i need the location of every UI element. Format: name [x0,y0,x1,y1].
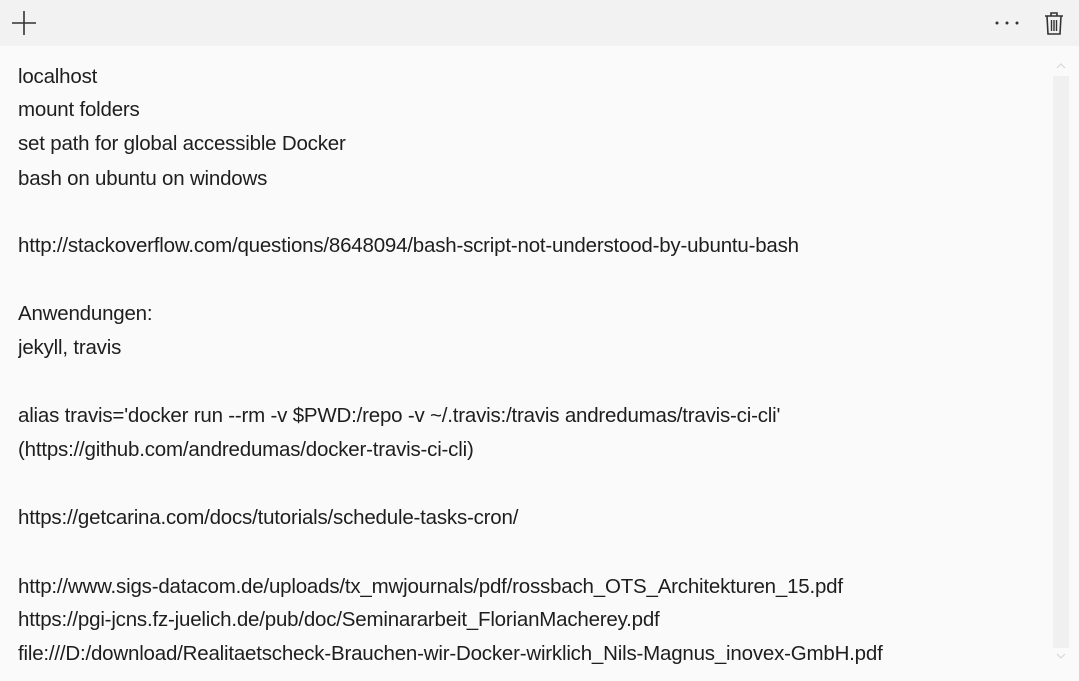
vertical-scrollbar[interactable] [1052,60,1070,672]
plus-icon [12,11,36,35]
note-text-area[interactable]: localhost mount folders set path for glo… [18,60,1038,672]
scrollbar-thumb[interactable] [1053,76,1069,648]
note-line: jekyll, travis [18,336,122,359]
note-line: (https://github.com/andredumas/docker-tr… [18,438,474,461]
note-line: set path for global accessible Docker [18,132,346,155]
note-line: https://pgi-jcns.fz-juelich.de/pub/doc/S… [18,608,660,631]
scroll-down-arrow-icon[interactable] [1055,652,1067,660]
menu-button[interactable] [984,0,1030,46]
note-line: file:///D:/download/Realitaetscheck-Brau… [18,642,883,665]
sticky-note-window: localhost mount folders set path for glo… [0,0,1079,681]
note-line: Anwendungen: [18,302,153,325]
delete-note-button[interactable] [1034,0,1074,46]
note-line: bash on ubuntu on windows [18,167,268,190]
note-line: http://www.sigs-datacom.de/uploads/tx_mw… [18,575,843,598]
scroll-up-arrow-icon[interactable] [1055,62,1067,70]
note-line: https://getcarina.com/docs/tutorials/sch… [18,506,519,529]
note-line: http://stackoverflow.com/questions/86480… [18,234,799,257]
trash-icon [1045,12,1063,35]
note-line: mount folders [18,98,140,121]
note-line: localhost [18,65,98,88]
ellipsis-icon [995,21,1019,25]
note-line: alias travis='docker run --rm -v $PWD:/r… [18,404,781,427]
new-note-button[interactable] [0,0,48,46]
note-toolbar [0,0,1079,46]
